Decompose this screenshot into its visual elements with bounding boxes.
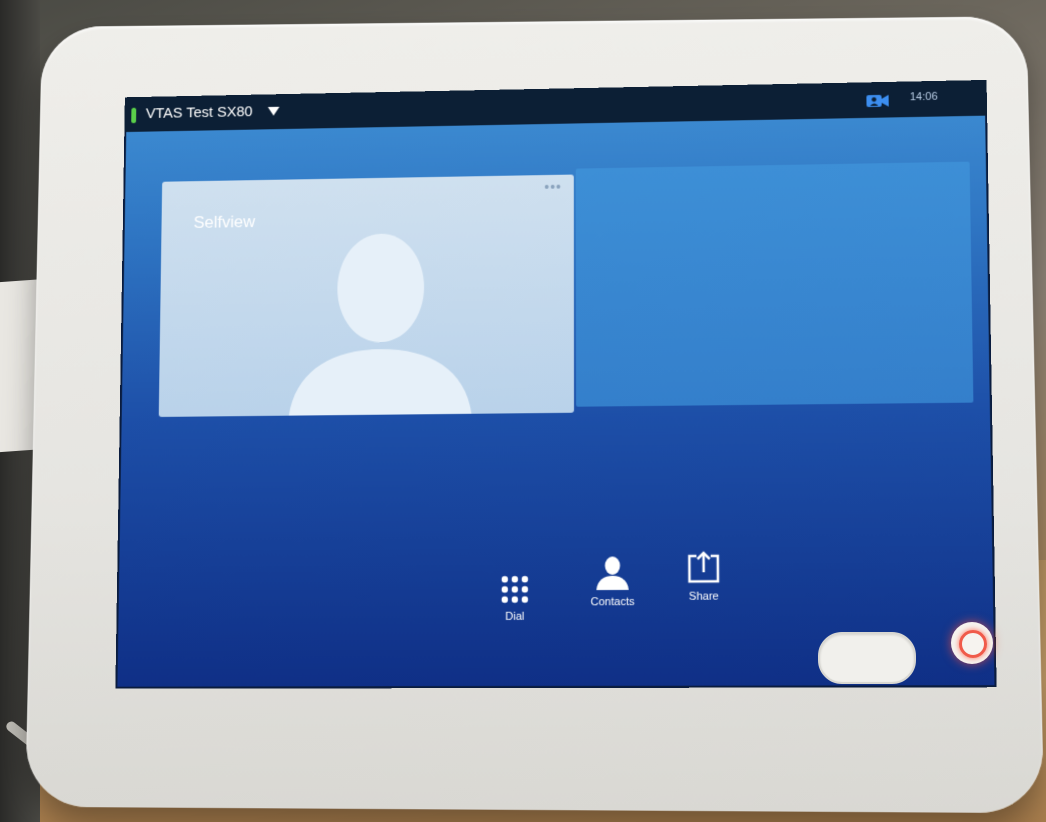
- share-label: Share: [688, 590, 719, 603]
- dial-button[interactable]: Dial: [480, 574, 550, 623]
- device-name[interactable]: VTAS Test SX80: [146, 103, 253, 122]
- power-icon: [959, 630, 987, 658]
- home-button[interactable]: [818, 632, 916, 684]
- power-button[interactable]: [951, 622, 993, 664]
- camera-icon[interactable]: [865, 93, 889, 109]
- person-silhouette-icon: [288, 233, 473, 417]
- share-icon: [686, 550, 721, 585]
- dial-label: Dial: [505, 610, 525, 623]
- contacts-icon: [596, 556, 629, 591]
- dial-keypad-icon: [501, 576, 529, 603]
- main-video-area: [575, 161, 974, 407]
- selfview-label: Selfview: [193, 212, 256, 232]
- clock: 14:06: [909, 90, 938, 104]
- chevron-down-icon[interactable]: [267, 106, 280, 116]
- status-indicator: [131, 107, 137, 124]
- share-button[interactable]: Share: [668, 550, 739, 603]
- more-dots-icon[interactable]: •••: [544, 179, 562, 195]
- touch-screen: VTAS Test SX80 14:06 Selfview ••• Dial C…: [115, 79, 997, 689]
- contacts-button[interactable]: Contacts: [577, 555, 648, 608]
- selfview-tile[interactable]: Selfview •••: [158, 174, 575, 417]
- contacts-label: Contacts: [590, 595, 635, 609]
